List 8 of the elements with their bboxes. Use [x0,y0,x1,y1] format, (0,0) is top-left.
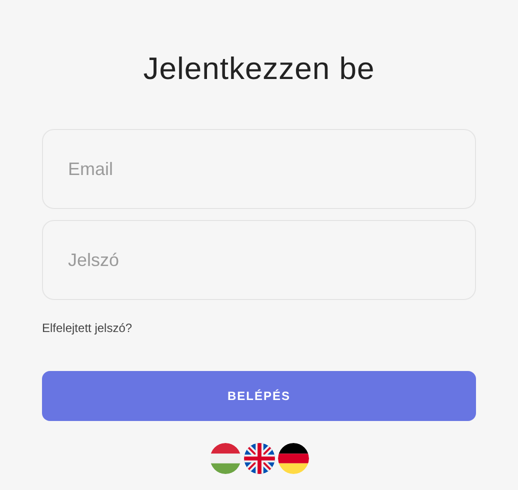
british-flag-icon[interactable] [244,443,274,474]
hungarian-flag-icon[interactable] [210,443,240,474]
login-button[interactable]: BELÉPÉS [42,371,476,421]
page-title: Jelentkezzen be [143,50,375,88]
german-flag-icon[interactable] [278,443,308,474]
forgot-password-link[interactable]: Elfelejtett jelszó? [42,319,132,337]
input-field[interactable]: Email [42,129,476,209]
input-field[interactable]: Jelszó [42,220,476,300]
